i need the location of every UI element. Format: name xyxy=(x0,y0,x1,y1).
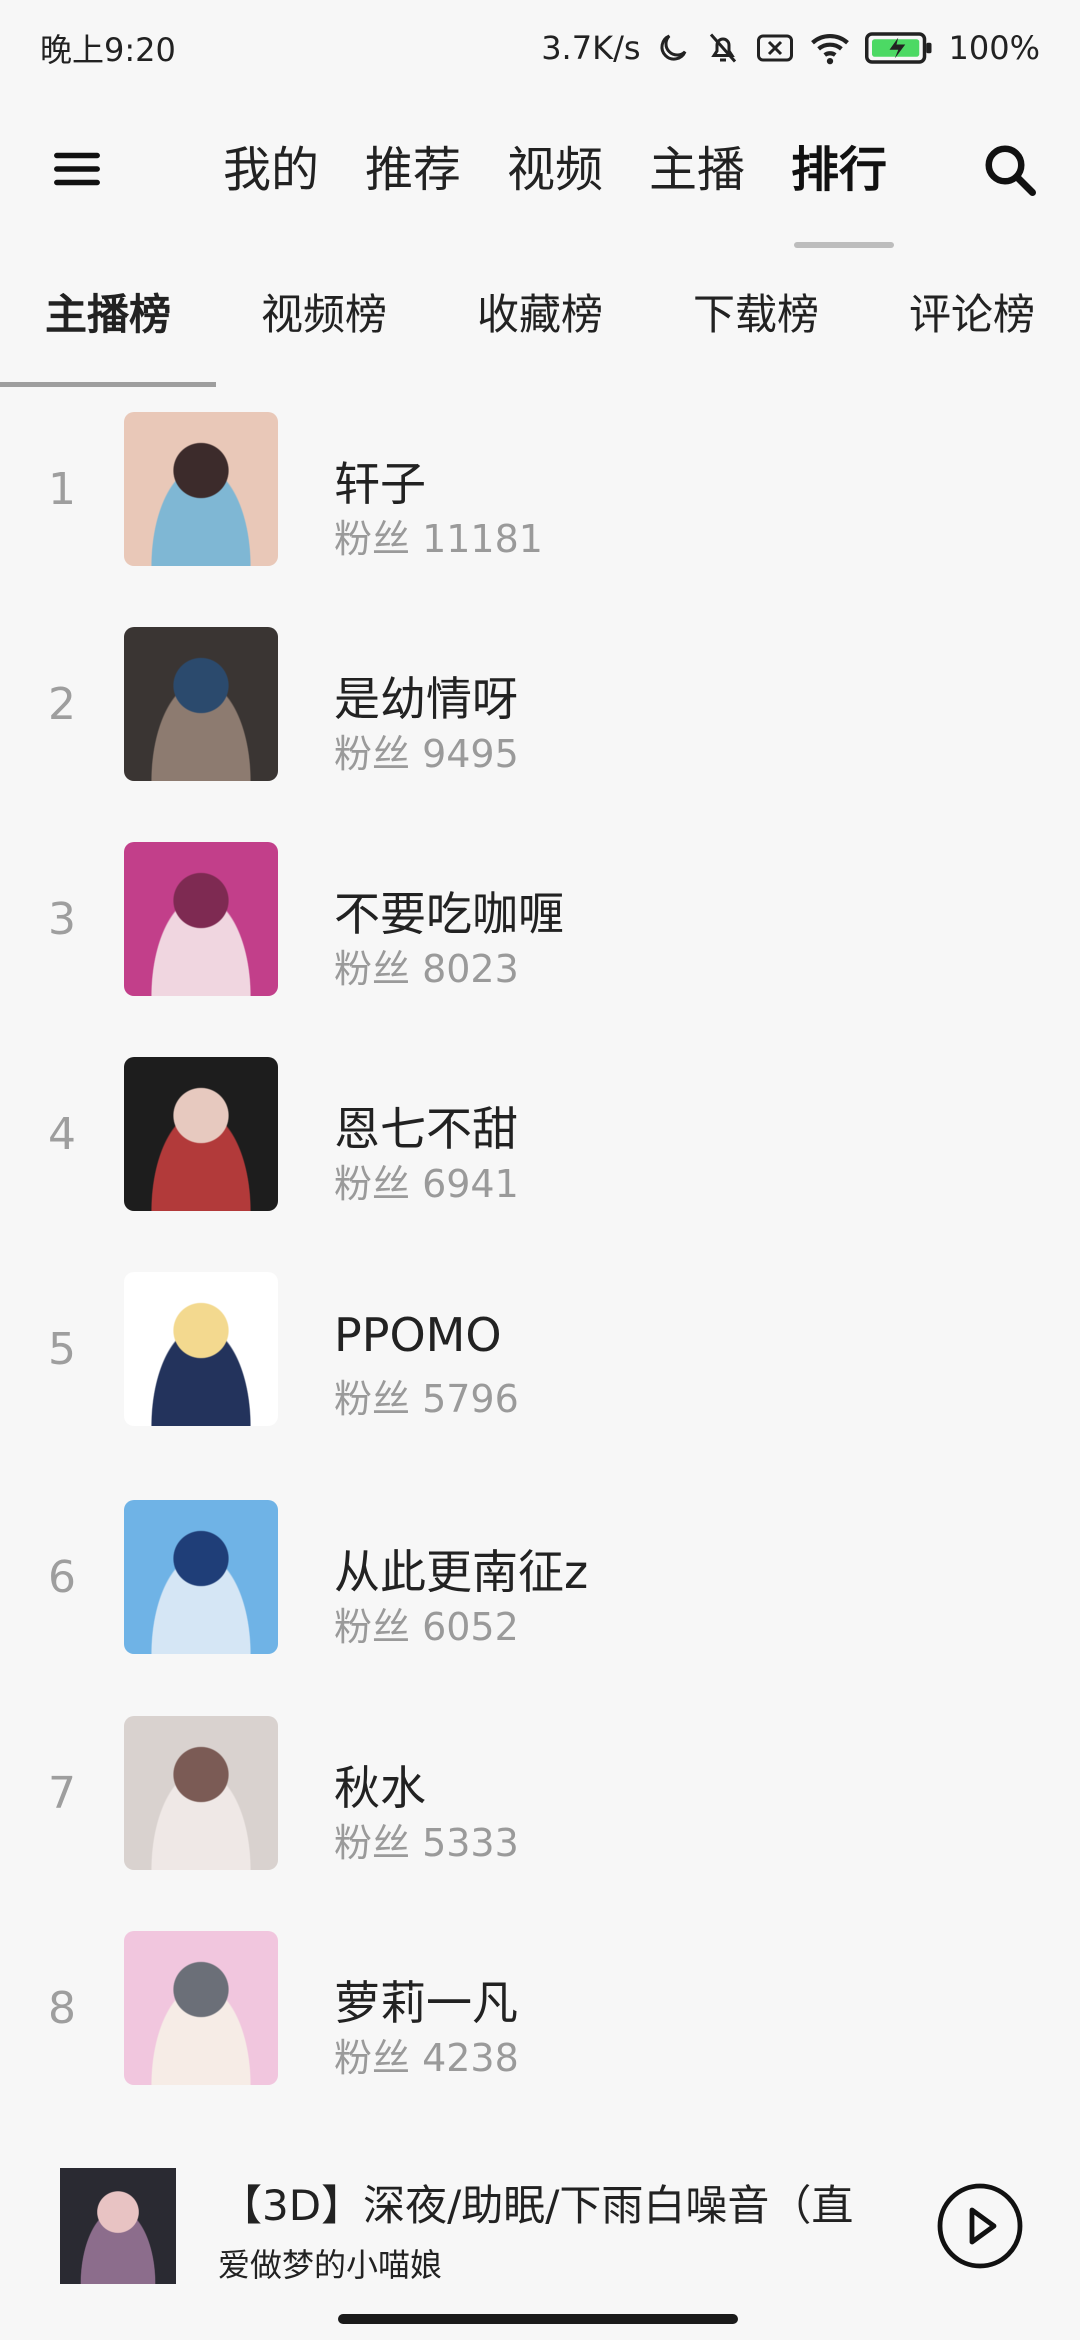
avatar xyxy=(124,1716,278,1870)
anchor-name: PPOMO xyxy=(334,1308,502,1362)
tab-anchor[interactable]: 主播 xyxy=(626,130,768,210)
tab-recommend[interactable]: 推荐 xyxy=(342,130,484,210)
status-icons: 3.7K/s 100% xyxy=(541,29,1040,67)
avatar xyxy=(124,842,278,996)
fan-count: 粉丝 8023 xyxy=(334,947,519,991)
avatar xyxy=(124,1500,278,1654)
fan-count: 粉丝 11181 xyxy=(334,517,543,561)
fan-count: 粉丝 9495 xyxy=(334,732,519,776)
list-item[interactable]: 4 恩七不甜 粉丝 6941 xyxy=(0,1053,1080,1268)
mini-player[interactable]: 【3D】深夜/助眠/下雨白噪音（直 爱做梦的小喵娘 xyxy=(0,2160,1080,2300)
anchor-name: 萝莉一凡 xyxy=(334,1976,518,2030)
rank-number: 1 xyxy=(48,464,76,515)
list-item[interactable]: 3 不要吃咖喱 粉丝 8023 xyxy=(0,838,1080,1053)
fan-count: 粉丝 6052 xyxy=(334,1605,519,1649)
avatar xyxy=(124,1931,278,2085)
home-indicator[interactable] xyxy=(338,2314,738,2324)
battery-icon xyxy=(864,32,932,64)
mute-bell-icon xyxy=(709,33,736,63)
anchor-name: 是幼情呀 xyxy=(334,672,518,726)
rank-number: 2 xyxy=(48,679,76,730)
list-item[interactable]: 6 从此更南征z 粉丝 6052 xyxy=(0,1496,1080,1711)
subtab-comment-rank[interactable]: 评论榜 xyxy=(864,265,1080,385)
subtab-anchor-rank[interactable]: 主播榜 xyxy=(0,265,216,387)
tab-mine[interactable]: 我的 xyxy=(200,130,342,210)
list-item[interactable]: 5 PPOMO 粉丝 5796 xyxy=(0,1268,1080,1483)
list-item[interactable]: 8 萝莉一凡 粉丝 4238 xyxy=(0,1927,1080,2142)
tab-ranking[interactable]: 排行 xyxy=(768,130,910,248)
list-item[interactable]: 2 是幼情呀 粉丝 9495 xyxy=(0,623,1080,838)
avatar xyxy=(124,627,278,781)
play-icon[interactable] xyxy=(936,2182,1024,2270)
subtab-download-rank[interactable]: 下载榜 xyxy=(648,265,864,385)
list-item[interactable]: 7 秋水 粉丝 5333 xyxy=(0,1712,1080,1927)
avatar xyxy=(124,412,278,566)
rank-number: 3 xyxy=(48,894,76,945)
rank-number: 7 xyxy=(48,1768,76,1819)
moon-icon xyxy=(659,34,686,61)
rank-number: 6 xyxy=(48,1552,76,1603)
main-tabs: 我的 推荐 视频 主播 排行 xyxy=(200,130,910,248)
fan-count: 粉丝 5333 xyxy=(334,1821,519,1865)
ranking-subtabs: 主播榜 视频榜 收藏榜 下载榜 评论榜 xyxy=(0,265,1080,387)
wifi-icon xyxy=(810,34,849,65)
no-sim-icon xyxy=(756,34,793,62)
status-time: 晚上9:20 xyxy=(40,31,176,69)
anchor-name: 恩七不甜 xyxy=(334,1102,518,1156)
fan-count: 粉丝 5796 xyxy=(334,1377,519,1421)
rank-number: 8 xyxy=(48,1983,76,2034)
avatar xyxy=(124,1057,278,1211)
anchor-name: 秋水 xyxy=(334,1761,426,1815)
tab-video[interactable]: 视频 xyxy=(484,130,626,210)
player-track-title[interactable]: 【3D】深夜/助眠/下雨白噪音（直 xyxy=(220,2172,880,2233)
subtab-video-rank[interactable]: 视频榜 xyxy=(216,265,432,385)
list-item[interactable]: 1 轩子 粉丝 11181 xyxy=(0,408,1080,623)
subtab-favorite-rank[interactable]: 收藏榜 xyxy=(432,265,648,385)
anchor-name: 不要吃咖喱 xyxy=(334,887,564,941)
network-speed: 3.7K/s xyxy=(541,29,641,67)
fan-count: 粉丝 6941 xyxy=(334,1162,519,1206)
rank-number: 4 xyxy=(48,1109,76,1160)
status-bar: 晚上9:20 3.7K/s 100% xyxy=(0,0,1080,96)
fan-count: 粉丝 4238 xyxy=(334,2036,519,2080)
avatar xyxy=(124,1272,278,1426)
player-artist: 爱做梦的小喵娘 xyxy=(218,2246,443,2284)
battery-percent: 100% xyxy=(948,29,1040,67)
anchor-name: 轩子 xyxy=(334,457,426,511)
rank-number: 5 xyxy=(48,1324,76,1375)
top-nav: 我的 推荐 视频 主播 排行 xyxy=(0,110,1080,248)
player-cover[interactable] xyxy=(60,2168,176,2284)
anchor-name: 从此更南征z xyxy=(334,1545,589,1599)
menu-icon[interactable] xyxy=(50,142,104,196)
search-icon[interactable] xyxy=(980,140,1040,200)
